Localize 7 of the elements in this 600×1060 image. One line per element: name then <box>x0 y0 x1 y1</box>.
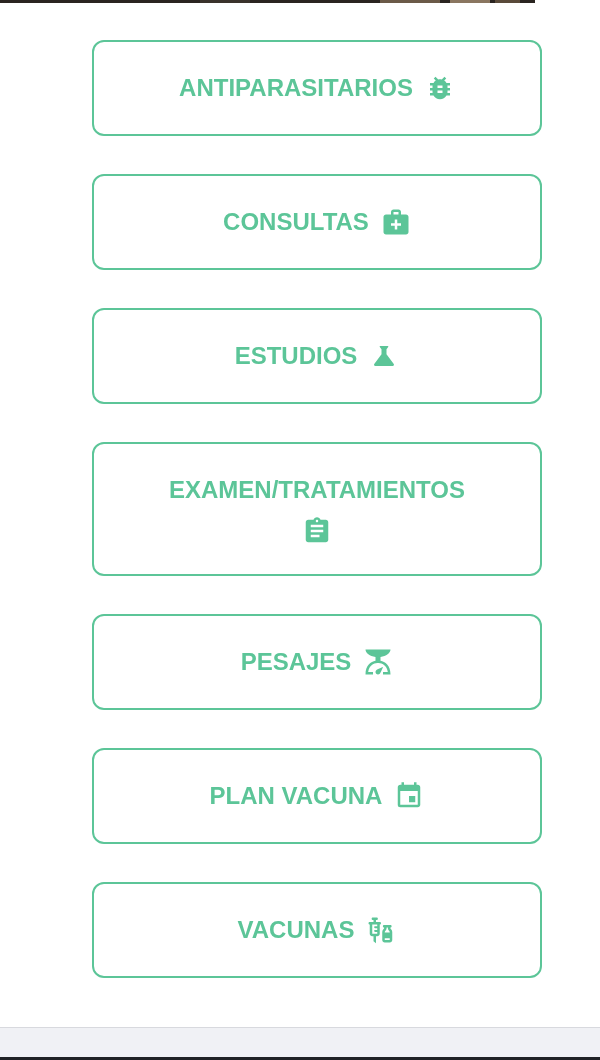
menu-button[interactable]: PLAN VACUNA <box>92 748 542 844</box>
menu-button[interactable]: EXAMEN/TRATAMIENTOS <box>92 442 542 576</box>
menu-button[interactable]: ESTUDIOS <box>92 308 542 404</box>
menu-button[interactable]: VACUNAS <box>92 882 542 978</box>
menu-button[interactable]: CONSULTAS <box>92 174 542 270</box>
menu-button[interactable]: PESAJES <box>92 614 542 710</box>
menu-button[interactable]: ANTIPARASITARIOS <box>92 40 542 136</box>
